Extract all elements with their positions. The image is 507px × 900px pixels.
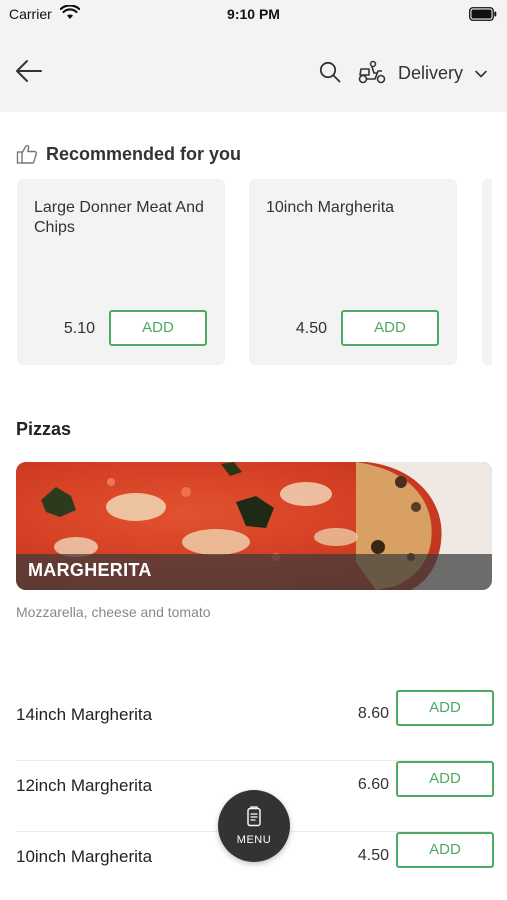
menu-fab-label: MENU: [236, 834, 272, 846]
menu-item-name: 10inch Margherita: [16, 847, 153, 866]
status-bar: Carrier 9:10 PM: [0, 0, 507, 30]
menu-card-icon: [245, 806, 263, 828]
recommended-item-name: Large Donner Meat And Chips: [34, 199, 204, 236]
thumbs-up-icon: [16, 143, 38, 165]
recommended-item-name: 10inch Margherita: [266, 199, 395, 216]
recommended-card[interactable]: 10inch Margherita 4.50 ADD: [249, 179, 457, 365]
category-description: Mozzarella, cheese and tomato: [16, 604, 211, 620]
chevron-down-icon[interactable]: [474, 67, 488, 79]
menu-item-price: 6.60: [357, 776, 389, 793]
top-navigation-bar: Delivery: [0, 30, 507, 112]
add-button[interactable]: ADD: [396, 690, 494, 726]
battery-icon: [469, 7, 497, 26]
menu-item-row[interactable]: 14inch Margherita 8.60 ADD: [16, 690, 494, 761]
add-button[interactable]: ADD: [341, 310, 439, 346]
recommended-card-next[interactable]: [482, 179, 492, 365]
menu-item-price: 8.60: [357, 705, 389, 722]
scooter-icon[interactable]: [357, 59, 387, 85]
banner-title: MARGHERITA: [28, 560, 152, 580]
add-button[interactable]: ADD: [109, 310, 207, 346]
recommended-title: Recommended for you: [46, 144, 242, 164]
add-button[interactable]: ADD: [396, 832, 494, 868]
recommended-card[interactable]: Large Donner Meat And Chips 5.10 ADD: [17, 179, 225, 365]
category-banner[interactable]: MARGHERITA: [16, 462, 492, 590]
section-title: Pizzas: [16, 419, 72, 439]
back-arrow-icon[interactable]: [14, 58, 44, 84]
delivery-mode-label[interactable]: Delivery: [398, 63, 463, 84]
recommended-item-price: 4.50: [295, 320, 327, 337]
add-button[interactable]: ADD: [396, 761, 494, 797]
menu-fab-button[interactable]: MENU: [218, 790, 290, 862]
menu-item-name: 12inch Margherita: [16, 776, 153, 795]
menu-item-name: 14inch Margherita: [16, 705, 153, 724]
menu-item-price: 4.50: [357, 847, 389, 864]
recommended-item-price: 5.10: [63, 320, 95, 337]
status-time: 9:10 PM: [227, 6, 280, 22]
search-icon[interactable]: [318, 60, 342, 84]
banner-caption: MARGHERITA: [16, 554, 492, 590]
